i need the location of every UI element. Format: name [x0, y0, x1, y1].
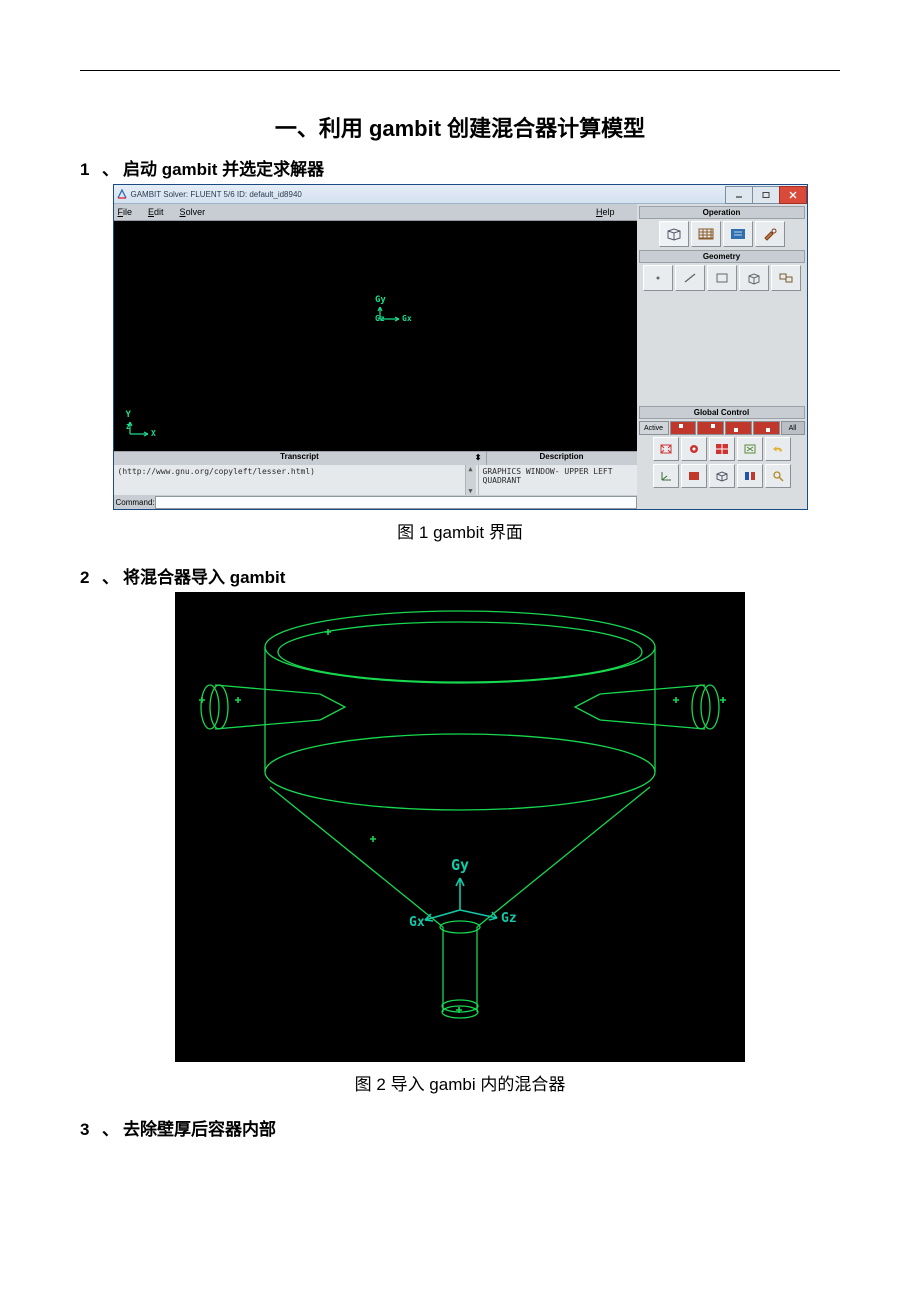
- graphics-canvas[interactable]: Gy Gz Gx Y Z X: [114, 221, 637, 451]
- axes-icon[interactable]: [653, 464, 679, 488]
- quadrant-4-button[interactable]: [753, 421, 780, 435]
- shade-icon[interactable]: [681, 464, 707, 488]
- command-row: Command:: [114, 495, 637, 509]
- step-1-p: 、: [102, 155, 119, 180]
- step-1-text: 启动 gambit 并选定求解器: [123, 160, 324, 179]
- figure-2-mixer-wireframe: Gy Gx Gz: [175, 592, 745, 1062]
- volume-tool-icon[interactable]: [739, 265, 769, 291]
- transcript-arrow-icon[interactable]: ⬍: [475, 453, 482, 462]
- tool-form-area: [639, 294, 805, 404]
- step-1: 1、启动 gambit 并选定求解器: [80, 155, 840, 180]
- axis-y-label: Y: [126, 410, 162, 420]
- description-text: GRAPHICS WINDOW- UPPER LEFT QUADRANT: [479, 465, 637, 495]
- window-titlebar: GAMBIT Solver: FLUENT 5/6 ID: default_id…: [114, 185, 807, 204]
- svg-text:Gx: Gx: [402, 314, 412, 323]
- face-tool-icon[interactable]: [707, 265, 737, 291]
- global-active-row: Active All: [639, 421, 805, 435]
- header-rule: [80, 70, 840, 71]
- figure-2-caption: 图 2 导入 gambi 内的混合器: [80, 1070, 840, 1095]
- menu-solver[interactable]: Solver: [180, 207, 206, 217]
- transcript-scrollbar[interactable]: ▲▼: [465, 465, 476, 495]
- gambit-window: GAMBIT Solver: FLUENT 5/6 ID: default_id…: [113, 184, 808, 510]
- window-title: GAMBIT Solver: FLUENT 5/6 ID: default_id…: [131, 190, 302, 199]
- operation-tool-row: [639, 221, 805, 247]
- menu-edit[interactable]: Edit: [148, 207, 164, 217]
- redisplay-icon[interactable]: [737, 437, 763, 461]
- menu-bar: File Edit Solver Help: [114, 204, 637, 221]
- step-1-num: 1: [80, 160, 98, 180]
- examine-icon[interactable]: [765, 464, 791, 488]
- global-control-title: Global Control: [639, 406, 805, 419]
- figure-1-caption: 图 1 gambit 界面: [80, 518, 840, 543]
- menu-help[interactable]: Help: [596, 207, 615, 217]
- active-label: Active: [639, 421, 669, 435]
- svg-text:Z: Z: [126, 423, 130, 431]
- step-2-p: 、: [102, 563, 119, 588]
- quadrant-all-button[interactable]: All: [781, 421, 805, 435]
- step-3: 3、去除壁厚后容器内部: [80, 1115, 840, 1140]
- visibility-icon[interactable]: [737, 464, 763, 488]
- operation-panel-title: Operation: [639, 206, 805, 219]
- step-2-text: 将混合器导入 gambit: [123, 568, 285, 587]
- svg-text:X: X: [151, 429, 156, 438]
- command-label: Command:: [116, 498, 155, 507]
- geometry-panel-title: Geometry: [639, 250, 805, 263]
- group-tool-icon[interactable]: [771, 265, 801, 291]
- global-tool-row-2: [639, 464, 805, 488]
- fig2-gx-label: Gx: [409, 915, 425, 930]
- window-buttons: [726, 185, 807, 203]
- main-title: 一、利用 gambit 创建混合器计算模型: [80, 111, 840, 143]
- minimize-button[interactable]: [725, 186, 753, 204]
- geometry-tool-row: [639, 265, 805, 291]
- app-icon: [116, 188, 128, 200]
- center-axes: Gy Gz Gx: [375, 295, 415, 323]
- gy-label: Gy: [375, 295, 415, 305]
- layout-icon[interactable]: [709, 437, 735, 461]
- maximize-button[interactable]: [752, 186, 780, 204]
- mesh-tool-icon[interactable]: [691, 221, 721, 247]
- close-button[interactable]: [779, 186, 807, 204]
- vertex-tool-icon[interactable]: [643, 265, 673, 291]
- description-title: Description: [539, 452, 583, 461]
- global-tool-row-1: [639, 437, 805, 461]
- render-icon[interactable]: [709, 464, 735, 488]
- menu-file[interactable]: File: [118, 207, 133, 217]
- corner-axes: Y Z X: [126, 410, 162, 441]
- fig2-gy-label: Gy: [451, 856, 469, 874]
- quadrant-1-button[interactable]: [670, 421, 697, 435]
- fig2-gz-label: Gz: [501, 911, 517, 926]
- transcript-body: (http://www.gnu.org/copyleft/lesser.html…: [114, 465, 637, 495]
- edge-tool-icon[interactable]: [675, 265, 705, 291]
- quadrant-2-button[interactable]: [697, 421, 724, 435]
- step-3-p: 、: [102, 1115, 119, 1140]
- step-3-text: 去除壁厚后容器内部: [123, 1120, 276, 1139]
- command-input[interactable]: [155, 496, 637, 509]
- zones-tool-icon[interactable]: [723, 221, 753, 247]
- transcript-header: Transcript ⬍ Description: [114, 451, 637, 465]
- step-2: 2、将混合器导入 gambit: [80, 563, 840, 588]
- step-3-num: 3: [80, 1120, 98, 1140]
- svg-text:Gz: Gz: [375, 314, 385, 323]
- quadrant-3-button[interactable]: [725, 421, 752, 435]
- step-2-num: 2: [80, 568, 98, 588]
- orient-icon[interactable]: [681, 437, 707, 461]
- fit-view-icon[interactable]: [653, 437, 679, 461]
- tools-tool-icon[interactable]: [755, 221, 785, 247]
- transcript-title: Transcript: [280, 452, 319, 461]
- geometry-tool-icon[interactable]: [659, 221, 689, 247]
- undo-icon[interactable]: [765, 437, 791, 461]
- transcript-line: (http://www.gnu.org/copyleft/lesser.html…: [118, 467, 315, 476]
